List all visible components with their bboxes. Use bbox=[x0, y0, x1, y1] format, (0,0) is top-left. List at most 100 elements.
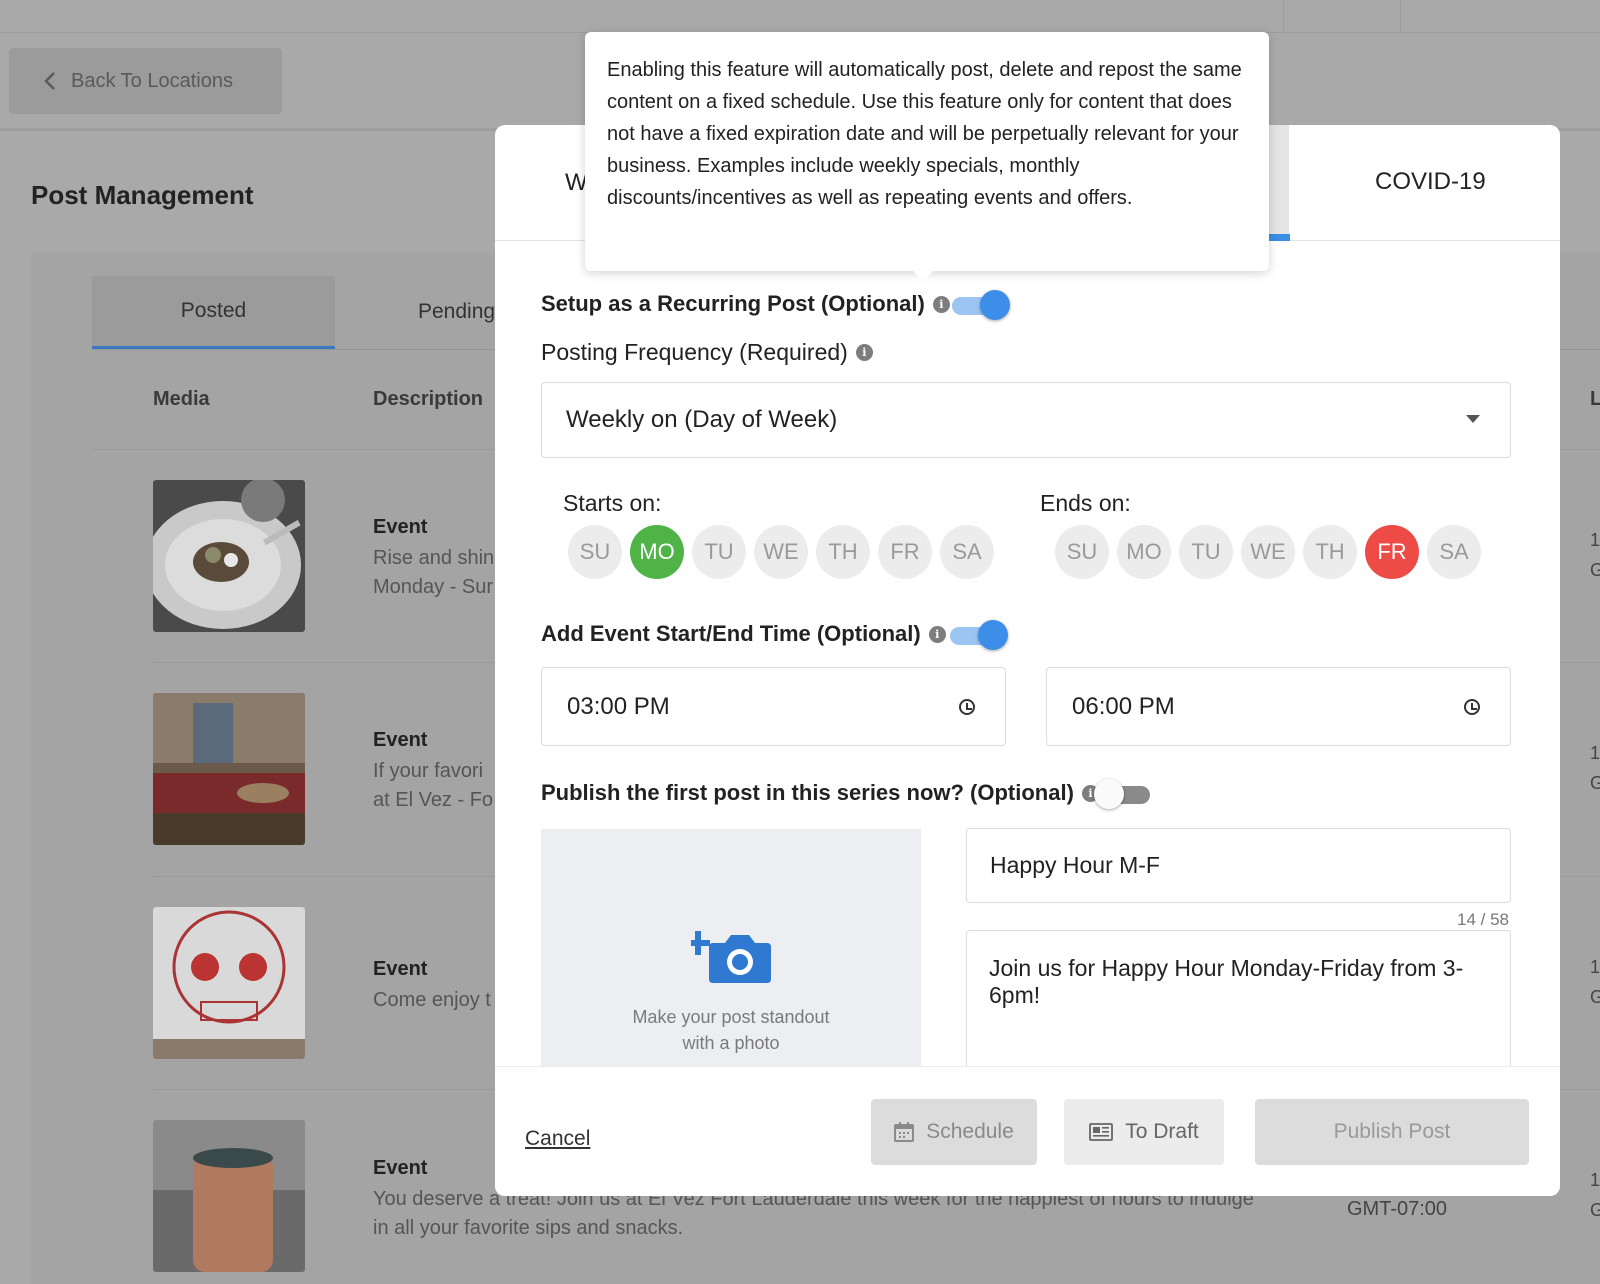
post-description-value: Join us for Happy Hour Monday-Friday fro… bbox=[989, 955, 1464, 1008]
info-icon[interactable]: i bbox=[928, 625, 946, 643]
photo-upload-area[interactable]: Make your post standout with a photo bbox=[541, 829, 921, 1069]
posting-frequency-value: Weekly on (Day of Week) bbox=[566, 406, 838, 433]
recurring-post-label: Setup as a Recurring Post (Optional) bbox=[541, 291, 925, 316]
start-day-tu[interactable]: TU bbox=[692, 525, 746, 579]
end-day-fr[interactable]: FR bbox=[1365, 525, 1419, 579]
top-bar bbox=[0, 0, 1600, 33]
end-day-su[interactable]: SU bbox=[1055, 525, 1109, 579]
toggle-knob bbox=[978, 620, 1008, 650]
tab-covid-19[interactable]: COVID-19 bbox=[1375, 168, 1486, 196]
post-type: Event bbox=[373, 516, 428, 538]
post-description-line: Monday - Sur bbox=[373, 576, 494, 598]
to-draft-label: To Draft bbox=[1125, 1120, 1199, 1143]
publish-now-row: Publish the first post in this series no… bbox=[541, 780, 1099, 806]
food-plate-image bbox=[153, 480, 305, 632]
post-type: Event bbox=[373, 1157, 428, 1179]
publish-now-label: Publish the first post in this series no… bbox=[541, 780, 1074, 805]
photo-upload-text: Make your post standout with a photo bbox=[541, 1004, 921, 1056]
post-description-line: in all your favorite sips and snacks. bbox=[373, 1217, 684, 1239]
post-thumbnail[interactable] bbox=[153, 1120, 305, 1272]
drink-glass-image bbox=[153, 1120, 305, 1272]
clock-icon[interactable] bbox=[959, 699, 975, 715]
end-day-we[interactable]: WE bbox=[1241, 525, 1295, 579]
tab-pending[interactable]: Pending bbox=[418, 300, 495, 324]
restaurant-interior-image bbox=[153, 693, 305, 845]
recurring-post-modal: W COVID-19 Setup as a Recurring Post (Op… bbox=[495, 125, 1560, 1196]
start-day-we[interactable]: WE bbox=[754, 525, 808, 579]
edge-cell: G bbox=[1590, 987, 1600, 1007]
publish-post-button[interactable]: Publish Post bbox=[1255, 1099, 1529, 1165]
event-time-label: Add Event Start/End Time (Optional) bbox=[541, 621, 921, 646]
info-icon[interactable]: i bbox=[932, 295, 950, 313]
edge-cell: 1 bbox=[1590, 530, 1600, 550]
tooltip-text: Enabling this feature will automatically… bbox=[607, 59, 1242, 209]
end-time-value: 06:00 PM bbox=[1072, 692, 1175, 720]
post-thumbnail[interactable] bbox=[153, 480, 305, 632]
publish-post-label: Publish Post bbox=[1333, 1120, 1451, 1143]
end-day-th[interactable]: TH bbox=[1303, 525, 1357, 579]
edge-cell: 1 bbox=[1590, 957, 1600, 977]
info-icon[interactable]: i bbox=[855, 344, 873, 361]
post-title-input[interactable]: Happy Hour M-F bbox=[966, 828, 1511, 903]
calendar-icon bbox=[894, 1122, 915, 1142]
page-title: Post Management bbox=[31, 180, 254, 210]
start-day-th[interactable]: TH bbox=[816, 525, 870, 579]
end-day-tu[interactable]: TU bbox=[1179, 525, 1233, 579]
tab-active[interactable] bbox=[1269, 125, 1289, 241]
schedule-label: Schedule bbox=[926, 1120, 1014, 1143]
start-day-sa[interactable]: SA bbox=[940, 525, 994, 579]
start-day-su[interactable]: SU bbox=[568, 525, 622, 579]
post-description-input[interactable]: Join us for Happy Hour Monday-Friday fro… bbox=[966, 930, 1511, 1080]
starts-on-label: Starts on: bbox=[563, 490, 662, 516]
post-description-line: Rise and shin bbox=[373, 547, 495, 569]
post-thumbnail[interactable] bbox=[153, 907, 305, 1059]
post-thumbnail[interactable] bbox=[153, 693, 305, 845]
photo-upload-text-line: Make your post standout bbox=[632, 1007, 830, 1027]
toggle-knob bbox=[1094, 779, 1124, 809]
end-day-mo[interactable]: MO bbox=[1117, 525, 1171, 579]
post-description-line: If your favori bbox=[373, 760, 484, 782]
recurring-post-toggle[interactable] bbox=[952, 290, 1010, 320]
to-draft-button[interactable]: To Draft bbox=[1064, 1099, 1224, 1165]
post-type: Event bbox=[373, 958, 428, 980]
start-day-mo[interactable]: MO bbox=[630, 525, 684, 579]
tab-posted[interactable]: Posted bbox=[92, 276, 335, 349]
skull-mural-image bbox=[153, 907, 305, 1059]
ends-on-label: Ends on: bbox=[1040, 490, 1131, 516]
tooltip-arrow bbox=[913, 271, 933, 281]
cancel-link[interactable]: Cancel bbox=[525, 1127, 590, 1151]
post-type: Event bbox=[373, 729, 428, 751]
publish-now-toggle[interactable] bbox=[1094, 779, 1152, 809]
posting-frequency-select[interactable]: Weekly on (Day of Week) bbox=[541, 382, 1511, 458]
start-time-value: 03:00 PM bbox=[567, 692, 670, 720]
ends-on-day-picker: SU MO TU WE TH FR SA bbox=[1055, 525, 1481, 579]
edge-cell: 1 bbox=[1590, 743, 1600, 763]
modal-footer: Cancel Schedule To Draft Publish Post bbox=[495, 1066, 1560, 1196]
back-to-locations-button[interactable]: Back To Locations bbox=[9, 48, 282, 114]
end-time-input[interactable]: 06:00 PM bbox=[1046, 667, 1511, 746]
top-bar-divider bbox=[1283, 0, 1284, 33]
frequency-row: Posting Frequency (Required) i bbox=[541, 339, 873, 366]
starts-on-day-picker: SU MO TU WE TH FR SA bbox=[568, 525, 994, 579]
post-title-value: Happy Hour M-F bbox=[990, 852, 1160, 878]
recurring-post-tooltip: Enabling this feature will automatically… bbox=[585, 32, 1269, 281]
newspaper-icon bbox=[1089, 1123, 1114, 1141]
start-time-input[interactable]: 03:00 PM bbox=[541, 667, 1006, 746]
chevron-left-icon bbox=[44, 72, 55, 90]
schedule-button[interactable]: Schedule bbox=[871, 1099, 1037, 1165]
edge-cell: 1 bbox=[1590, 1170, 1600, 1190]
column-header-description: Description bbox=[373, 388, 484, 410]
event-time-toggle[interactable] bbox=[950, 620, 1008, 650]
start-day-fr[interactable]: FR bbox=[878, 525, 932, 579]
photo-upload-text-line: with a photo bbox=[682, 1033, 780, 1053]
post-description-line: Come enjoy t bbox=[373, 989, 491, 1011]
back-to-locations-label: Back To Locations bbox=[71, 69, 233, 92]
post-description-line: at El Vez - Fo bbox=[373, 789, 494, 811]
caret-down-icon bbox=[1466, 415, 1480, 423]
end-day-sa[interactable]: SA bbox=[1427, 525, 1481, 579]
clock-icon[interactable] bbox=[1464, 699, 1480, 715]
toggle-knob bbox=[980, 290, 1010, 320]
top-bar-divider bbox=[1400, 0, 1401, 33]
edge-cell: G bbox=[1590, 1200, 1600, 1220]
title-char-counter: 14 / 58 bbox=[1457, 910, 1509, 929]
